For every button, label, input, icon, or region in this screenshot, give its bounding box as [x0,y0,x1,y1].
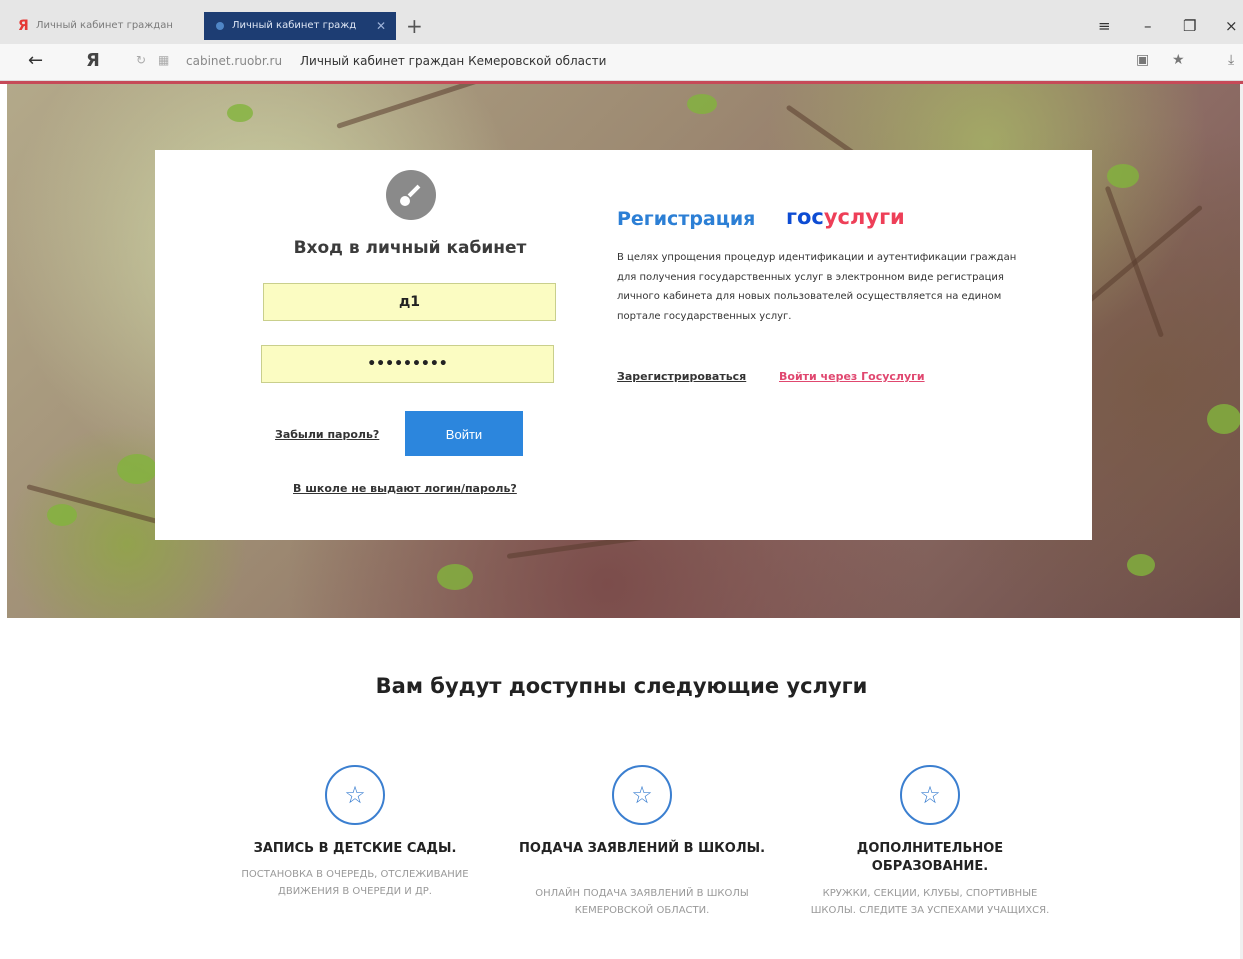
tab-label: Личный кабинет граждан [36,20,173,31]
address-host[interactable]: cabinet.ruobr.ru [186,54,282,68]
refresh-icon[interactable]: ↻ [136,53,146,67]
service-desc-education: КРУЖКИ, СЕКЦИИ, КЛУБЫ, СПОРТИВНЫЕ ШКОЛЫ.… [810,888,1050,916]
gosuslugi-login-link[interactable]: Войти через Госуслуги [779,370,925,383]
yandex-home-button[interactable]: Я [86,50,100,71]
reader-mode-icon[interactable]: ▣ [1136,52,1149,68]
yandex-favicon-icon: Я [18,18,29,34]
browser-tab-inactive[interactable]: Я Личный кабинет граждан [8,12,198,40]
login-input[interactable] [263,283,556,321]
minimize-button[interactable]: – [1144,12,1152,40]
services-title: Вам будут доступны следующие услуги [375,674,868,698]
restore-button[interactable]: ❐ [1183,12,1196,40]
service-title-kindergarten: ЗАПИСЬ В ДЕТСКИЕ САДЫ. [253,841,457,856]
bookmark-star-icon[interactable]: ★ [1172,52,1185,68]
menu-icon[interactable]: ≡ [1098,12,1111,40]
service-desc-schools: ОНЛАЙН ПОДАЧА ЗАЯВЛЕНИЙ В ШКОЛЫ КЕМЕРОВС… [535,888,749,916]
site-favicon-icon [216,22,224,30]
service-title-schools: ПОДАЧА ЗАЯВЛЕНИЙ В ШКОЛЫ. [518,841,766,856]
service-title-education: ДОПОЛНИТЕЛЬНОЕ ОБРАЗОВАНИЕ. [856,841,1004,874]
back-button[interactable]: ← [28,50,43,71]
browser-tab-bar: Я Личный кабинет граждан Личный кабинет … [0,0,1243,44]
tab-label: Личный кабинет гражд [232,20,357,31]
close-tab-icon[interactable]: ✕ [376,12,386,40]
address-bar: ← Я ↻ ▦ cabinet.ruobr.ru Личный кабинет … [0,44,1243,81]
star-icon: ☆ [900,765,960,825]
forgot-password-link[interactable]: Забыли пароль? [275,428,379,441]
site-info-icon[interactable]: ▦ [158,53,169,67]
close-window-button[interactable]: × [1225,12,1238,40]
key-icon [386,170,436,220]
new-tab-button[interactable]: + [406,12,423,40]
password-input[interactable] [261,345,554,383]
login-button[interactable]: Войти [405,411,523,456]
gosuslugi-logo: госуслуги [786,205,905,229]
registration-text: В целях упрощения процедур идентификации… [617,252,1017,322]
star-icon: ☆ [325,765,385,825]
download-icon[interactable]: ⤓ [1228,52,1234,68]
service-desc-kindergarten: ПОСТАНОВКА В ОЧЕРЕДЬ, ОТСЛЕЖИВАНИЕ ДВИЖЕ… [241,869,469,897]
registration-title: Регистрация [617,208,756,230]
register-link[interactable]: Зарегистрироваться [617,370,746,383]
no-login-link[interactable]: В школе не выдают логин/пароль? [293,482,517,495]
login-title: Вход в личный кабинет [293,238,527,258]
browser-tab-active[interactable]: Личный кабинет гражд ✕ [204,12,396,40]
star-icon: ☆ [612,765,672,825]
address-page-title[interactable]: Личный кабинет граждан Кемеровской облас… [300,54,606,68]
